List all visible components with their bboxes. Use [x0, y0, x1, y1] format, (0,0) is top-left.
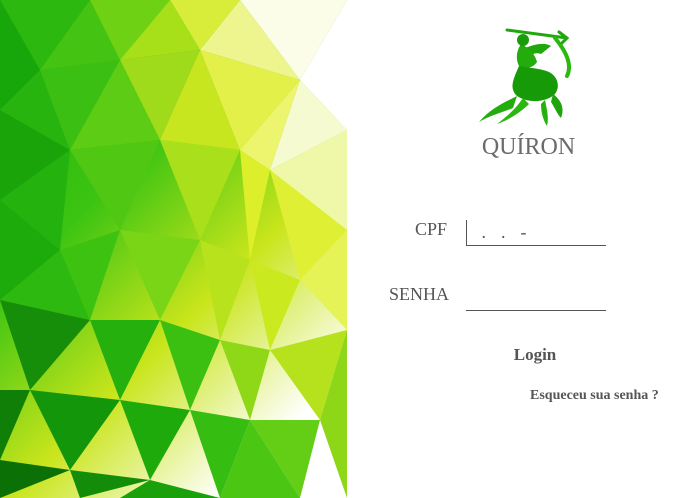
decorative-background-panel: [0, 0, 347, 498]
cpf-input[interactable]: [466, 220, 606, 246]
archer-centaur-icon: [475, 24, 579, 128]
polygon-pattern: [0, 0, 347, 498]
senha-label: SENHA: [389, 284, 450, 304]
login-button[interactable]: Login: [495, 344, 575, 366]
forgot-password-link[interactable]: Esqueceu sua senha ?: [530, 388, 659, 404]
senha-input[interactable]: [466, 285, 606, 311]
login-panel: QUÍRON CPF SENHA Login Esqueceu sua senh…: [347, 0, 696, 498]
brand-title: QUÍRON: [481, 134, 576, 160]
cpf-label: CPF: [415, 219, 448, 239]
